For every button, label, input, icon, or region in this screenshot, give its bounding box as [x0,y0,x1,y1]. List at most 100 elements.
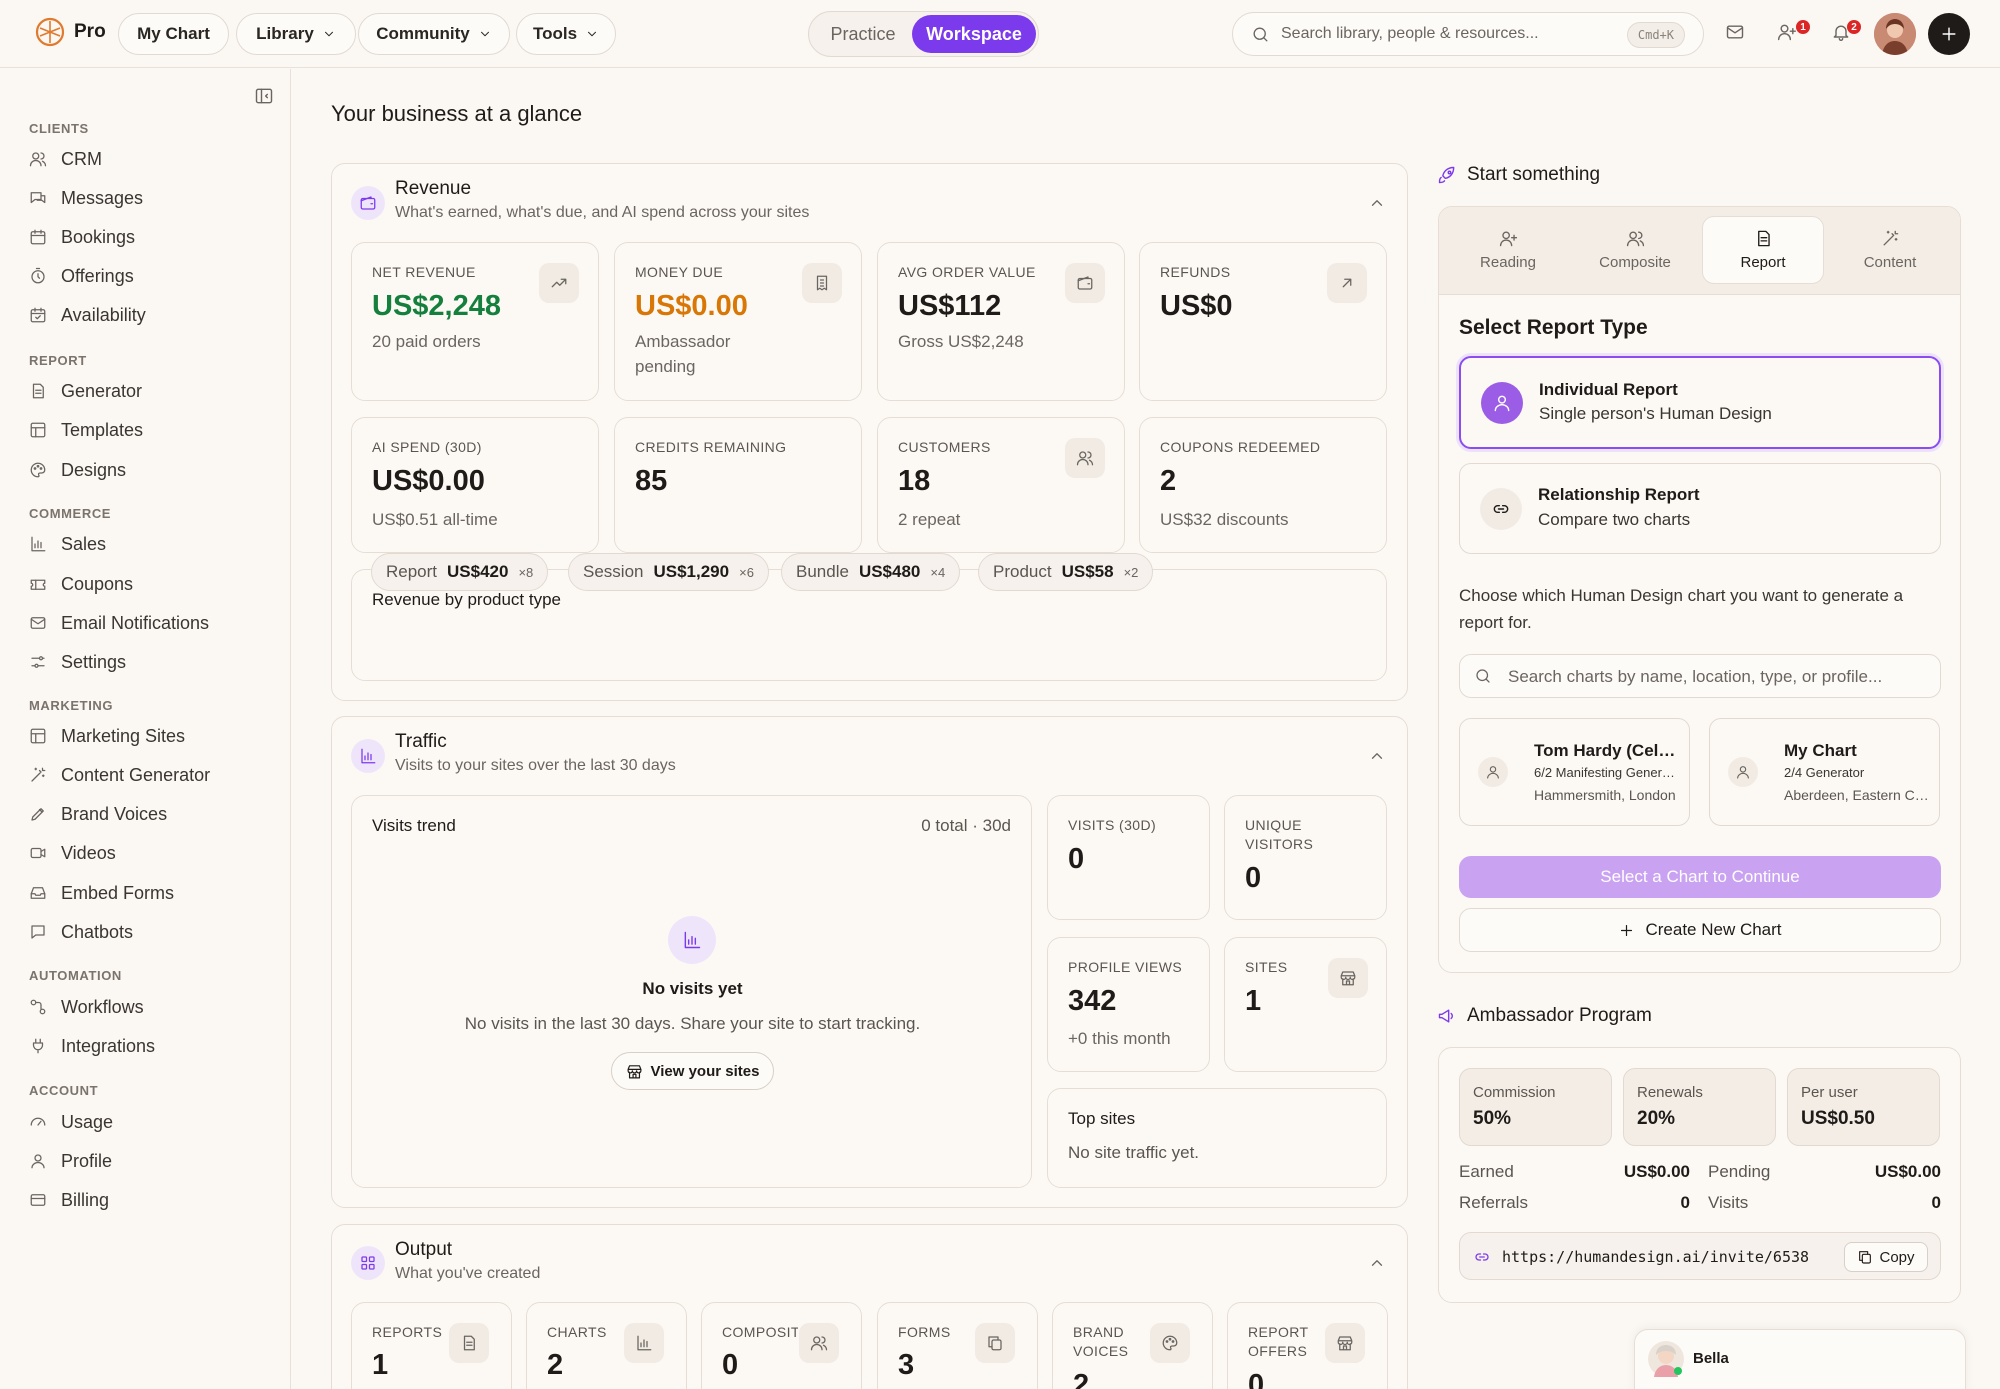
chip-value: US$480 [858,562,921,581]
global-search[interactable]: Search library, people & resources... Cm… [1232,12,1704,56]
sidebar-item-embed-forms[interactable]: Embed Forms [29,877,174,909]
chart-search-input[interactable]: Search charts by name, location, type, o… [1459,654,1941,698]
option-individual-report[interactable]: Individual Report Single person's Human … [1459,356,1941,449]
chevron-up-icon[interactable] [1368,747,1386,765]
people-badge: 1 [1796,20,1810,34]
user-plus-icon [1499,231,1517,247]
sidebar-item-sales[interactable]: Sales [29,528,106,560]
stat-label: FORMS [898,1324,951,1340]
sidebar-item-brand-voices[interactable]: Brand Voices [29,798,167,830]
mail-icon[interactable] [1725,22,1745,42]
mode-workspace[interactable]: Workspace [912,15,1036,53]
sidebar-item-content-generator[interactable]: Content Generator [29,759,210,791]
sidebar-item-email-notifications[interactable]: Email Notifications [29,607,209,639]
copy-label: Copy [1879,1248,1915,1266]
people-button[interactable]: 1 [1777,20,1810,46]
sidebar-item-settings[interactable]: Settings [29,646,126,678]
view-sites-button[interactable]: View your sites [611,1052,774,1090]
sidebar-item-label: Videos [61,842,116,863]
tab-content[interactable]: Content [1829,216,1951,284]
magic-wand-icon [31,767,46,782]
stat-value: 0 [1248,1369,1265,1389]
chevron-down-icon [324,31,333,37]
sidebar-item-designs[interactable]: Designs [29,454,126,486]
tab-report[interactable]: Report [1702,216,1824,284]
section-clients: CLIENTS [29,121,89,136]
revenue-title: Revenue [395,178,472,199]
collapse-sidebar-icon[interactable] [254,86,274,106]
amb-per-user: Per user US$0.50 [1787,1068,1940,1146]
trending-up-icon [551,278,567,288]
sidebar-item-workflows[interactable]: Workflows [29,991,144,1023]
referrals-label: Referrals [1459,1193,1528,1212]
rocket-icon [1438,166,1455,184]
timer-icon [31,267,45,284]
stat-value: 0 [1245,862,1262,894]
notifications-button[interactable]: 2 [1831,20,1861,46]
sidebar-item-bookings[interactable]: Bookings [29,221,135,253]
stat-icon [539,263,579,303]
stat-label: CREDITS REMAINING [635,439,787,455]
chat-widget[interactable]: Bella [1634,1329,1966,1389]
invite-url[interactable]: https://humandesign.ai/invite/6538 [1502,1248,1809,1266]
calendar-check-icon [30,307,46,323]
sidebar-item-billing[interactable]: Billing [29,1184,109,1216]
stat-customers: CUSTOMERS 18 2 repeat [877,417,1125,553]
sidebar-item-label: Chatbots [61,921,134,942]
stat-label: REPORTS [372,1324,443,1340]
copy-invite-button[interactable]: Copy [1844,1242,1928,1272]
sidebar-item-availability[interactable]: Availability [29,299,146,331]
top-bar: Pro My Chart Library Community Tools Pra… [0,0,2000,68]
chip-name: Bundle [796,562,849,581]
sidebar-item-usage[interactable]: Usage [29,1106,113,1138]
nav-my-chart[interactable]: My Chart [118,13,229,55]
amb-label: Commission [1473,1084,1556,1101]
video-icon [30,847,46,859]
chevron-up-icon[interactable] [1368,194,1386,212]
nav-community[interactable]: Community [358,13,510,55]
sidebar-item-offerings[interactable]: Offerings [29,260,134,292]
workflow-icon [30,999,46,1015]
sidebar-item-generator[interactable]: Generator [29,375,142,407]
stat-label: COMPOSITES [722,1324,798,1340]
sidebar-item-messages[interactable]: Messages [29,182,143,214]
nav-library[interactable]: Library [236,13,356,55]
continue-button[interactable]: Select a Chart to Continue [1459,856,1941,898]
stat-avg-order-value: AVG ORDER VALUE US$112 Gross US$2,248 [877,242,1125,401]
stat-label: REFUNDS [1160,264,1231,280]
option-title: Individual Report [1539,380,1678,399]
sidebar-item-videos[interactable]: Videos [29,837,116,869]
sidebar-item-profile[interactable]: Profile [29,1145,112,1177]
chip-session: Session US$1,290 ×6 [568,553,769,591]
sidebar-item-chatbots[interactable]: Chatbots [29,916,133,948]
user-avatar[interactable] [1874,13,1916,55]
sidebar-item-templates[interactable]: Templates [29,414,143,446]
stat-label: BRAND VOICES [1073,1324,1129,1359]
create-new-chart-button[interactable]: Create New Chart [1459,908,1941,952]
chart-card-tom-hardy[interactable]: Tom Hardy (Celebrity) 6/2 Manifesting Ge… [1459,718,1690,826]
create-button[interactable] [1928,13,1970,55]
users-icon [29,152,47,167]
assistant-name: Bella [1693,1350,1729,1367]
stat-icon [449,1323,489,1363]
sidebar-item-crm[interactable]: CRM [29,143,102,175]
template-icon [30,422,46,438]
start-something-title: Start something [1467,164,1601,185]
pending-label: Pending [1708,1162,1771,1181]
nav-tools[interactable]: Tools [516,13,616,55]
gauge-icon [30,1117,46,1126]
tab-reading[interactable]: Reading [1447,216,1569,284]
mode-practice[interactable]: Practice [813,15,913,53]
tab-label: Composite [1599,254,1671,271]
stat-sub: +0 this month [1068,1029,1171,1048]
brand[interactable]: Pro [34,16,106,48]
sidebar-item-integrations[interactable]: Integrations [29,1030,155,1062]
chevron-up-icon[interactable] [1368,1254,1386,1272]
sidebar-item-label: Content Generator [61,764,211,785]
chart-card-my-chart[interactable]: My Chart 2/4 Generator Aberdeen, Eastern… [1709,718,1940,826]
sidebar-item-marketing-sites[interactable]: Marketing Sites [29,720,185,752]
sidebar-item-coupons[interactable]: Coupons [29,568,133,600]
tab-composite[interactable]: Composite [1574,216,1696,284]
option-relationship-report[interactable]: Relationship Report Compare two charts [1459,463,1941,554]
document-icon [463,1335,475,1351]
